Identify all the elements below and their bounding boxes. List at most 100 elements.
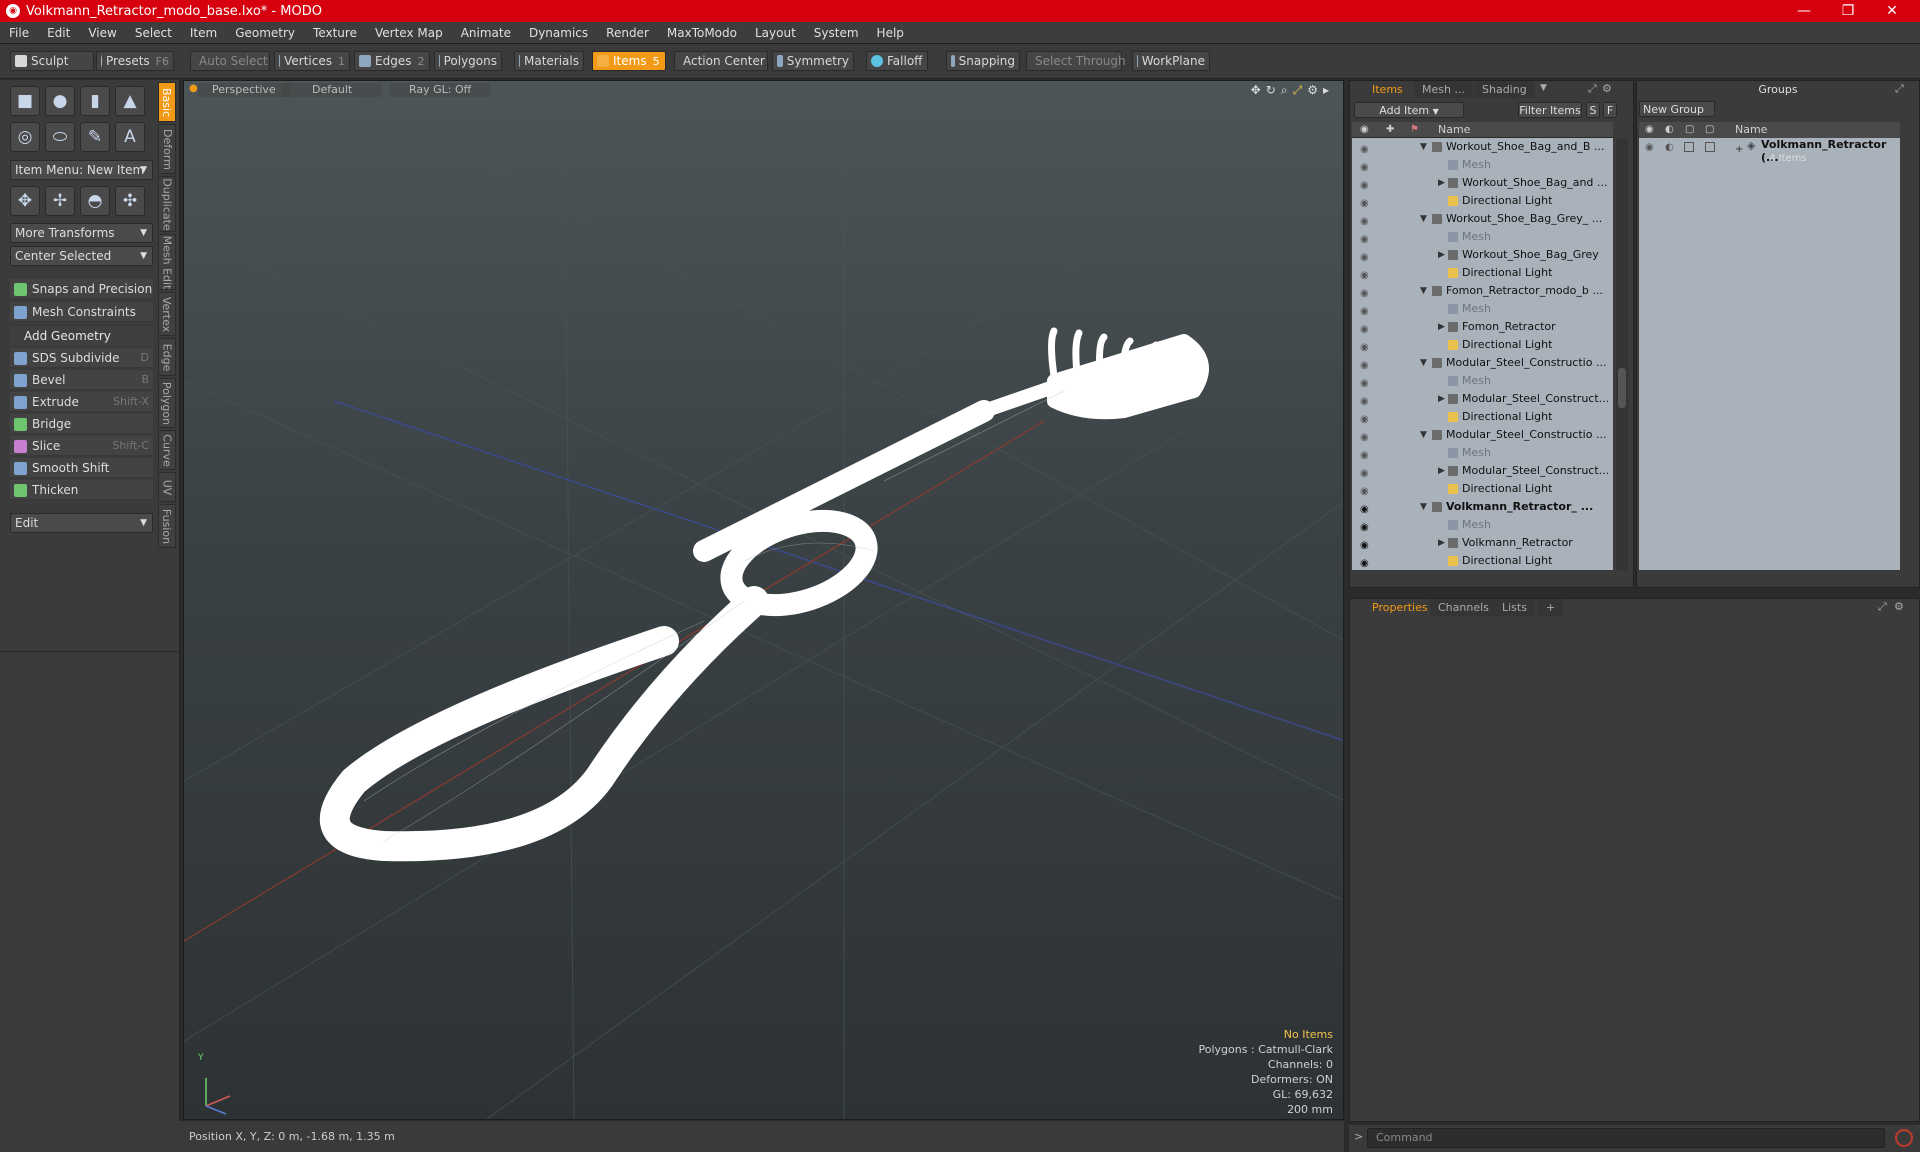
tree-item-row[interactable]: ◉ ▶ Modular_Steel_Construct... xyxy=(1352,390,1613,408)
tree-light-row[interactable]: ◉ Directional Light xyxy=(1352,264,1613,282)
tree-group-row[interactable]: ◉ ▼ Workout_Shoe_Bag_Grey_ ... xyxy=(1352,210,1613,228)
scrollbar-thumb[interactable] xyxy=(1618,368,1626,408)
view-type-selector[interactable]: Perspective xyxy=(198,83,290,97)
sphere-icon[interactable]: ● xyxy=(45,86,75,116)
tab-channels[interactable]: Channels xyxy=(1430,599,1497,616)
restore-icon[interactable]: ❐ xyxy=(1826,0,1870,22)
scale-icon[interactable]: ◓ xyxy=(80,186,110,216)
tab-mesh[interactable]: Mesh ... xyxy=(1414,81,1473,98)
tree-group-row[interactable]: ◉ ▼ Volkmann_Retractor_ ... xyxy=(1352,498,1613,516)
eye-icon[interactable]: ◉ xyxy=(1360,267,1369,282)
menu-layout[interactable]: Layout xyxy=(746,26,805,40)
more-transforms-dropdown[interactable]: More Transforms ▼ xyxy=(10,223,153,243)
f-button[interactable]: F xyxy=(1603,102,1617,118)
tree-group-row[interactable]: ◉ ▼ Modular_Steel_Constructio ... xyxy=(1352,354,1613,372)
tab-vertex[interactable]: Vertex xyxy=(158,292,176,336)
falloff-button[interactable]: Falloff xyxy=(866,51,928,71)
eye-icon[interactable]: ◉ xyxy=(1360,447,1369,462)
tab-edge[interactable]: Edge xyxy=(158,338,176,376)
pan-icon[interactable]: ✥ xyxy=(1251,83,1261,98)
chevron-down-icon[interactable]: ▼ xyxy=(1420,138,1427,156)
chevron-right-icon[interactable]: ▶ xyxy=(1438,390,1445,408)
slice-button[interactable]: Slice Shift-C xyxy=(10,436,153,456)
add-tab-button[interactable]: + xyxy=(1538,599,1564,616)
menu-render[interactable]: Render xyxy=(597,26,658,40)
chevron-right-icon[interactable]: ▶ xyxy=(1438,318,1445,336)
eye-icon[interactable]: ◉ xyxy=(1360,213,1369,228)
menu-select[interactable]: Select xyxy=(126,26,181,40)
chevron-down-icon[interactable]: ▼ xyxy=(1420,426,1427,444)
tree-mesh-row[interactable]: ◉ Mesh xyxy=(1352,372,1613,390)
lock-checkbox[interactable] xyxy=(1684,142,1694,152)
eye-icon[interactable]: ◉ xyxy=(1360,285,1369,300)
menu-view[interactable]: View xyxy=(79,26,125,40)
tree-item-row[interactable]: ◉ ▶ Workout_Shoe_Bag_Grey xyxy=(1352,246,1613,264)
chevron-right-icon[interactable]: ▸ xyxy=(1323,83,1329,98)
eye-icon[interactable]: ◉ xyxy=(1360,465,1369,480)
extrude-button[interactable]: Extrude Shift-X xyxy=(10,392,153,412)
viewport-menu-icon[interactable]: ● xyxy=(189,83,198,94)
tab-curve[interactable]: Curve xyxy=(158,430,176,470)
workplane-button[interactable]: WorkPlane xyxy=(1132,51,1210,71)
group-row[interactable]: ◉ ◐ + ◈ Volkmann_Retractor (... 4 Items xyxy=(1639,138,1900,174)
edit-dropdown[interactable]: Edit ▼ xyxy=(10,513,153,533)
eye-icon[interactable]: ◉ xyxy=(1360,303,1369,318)
chevron-right-icon[interactable]: ▶ xyxy=(1438,246,1445,264)
tree-mesh-row[interactable]: ◉ Mesh xyxy=(1352,444,1613,462)
sds-subdivide-button[interactable]: SDS Subdivide D xyxy=(10,348,153,368)
select-checkbox[interactable] xyxy=(1705,142,1715,152)
3d-viewport[interactable]: ● Perspective Default Ray GL: Off ✥ ↻ ⌕ … xyxy=(183,80,1344,1120)
name-column-header[interactable]: Name xyxy=(1735,122,1767,138)
name-column-header[interactable]: Name xyxy=(1438,122,1470,138)
chevron-down-icon[interactable]: ▼ xyxy=(1540,83,1547,93)
smooth-shift-button[interactable]: Smooth Shift xyxy=(10,458,153,478)
s-button[interactable]: S xyxy=(1586,102,1600,118)
menu-system[interactable]: System xyxy=(805,26,868,40)
move-icon[interactable]: ✥ xyxy=(10,186,40,216)
bridge-button[interactable]: Bridge xyxy=(10,414,153,434)
tab-shading[interactable]: Shading xyxy=(1474,81,1535,98)
transform-icon[interactable]: ✣ xyxy=(115,186,145,216)
menu-item[interactable]: Item xyxy=(181,26,226,40)
eye-icon[interactable]: ◉ xyxy=(1360,159,1369,174)
shading-mode-selector[interactable]: Default xyxy=(282,83,383,97)
render-icon[interactable]: ◐ xyxy=(1665,142,1674,153)
auto-select-button[interactable]: Auto Select xyxy=(190,51,270,71)
chevron-right-icon[interactable]: ▶ xyxy=(1438,534,1445,552)
eye-icon[interactable]: ◉ xyxy=(1360,177,1369,192)
menu-help[interactable]: Help xyxy=(868,26,913,40)
menu-texture[interactable]: Texture xyxy=(304,26,366,40)
text-icon[interactable]: A xyxy=(115,122,145,152)
capsule-icon[interactable]: ⬭ xyxy=(45,122,75,152)
tree-mesh-row[interactable]: ◉ Mesh xyxy=(1352,156,1613,174)
tab-basic[interactable]: Basic xyxy=(158,82,176,122)
expand-icon[interactable]: ⤢ xyxy=(1895,82,1904,96)
sculpt-button[interactable]: Sculpt xyxy=(10,51,94,71)
new-group-button[interactable]: New Group xyxy=(1639,101,1715,117)
items-button[interactable]: Items 5 xyxy=(592,51,666,71)
rotate-icon[interactable]: ✢ xyxy=(45,186,75,216)
tree-light-row[interactable]: ◉ Directional Light xyxy=(1352,480,1613,498)
center-selected-dropdown[interactable]: Center Selected ▼ xyxy=(10,246,153,266)
select-through-button[interactable]: Select Through xyxy=(1026,51,1126,71)
presets-button[interactable]: Presets F6 xyxy=(96,51,174,71)
expand-icon[interactable]: ⤢ xyxy=(1588,82,1597,96)
vertices-button[interactable]: Vertices 1 xyxy=(274,51,350,71)
eye-icon[interactable]: ◉ xyxy=(1360,483,1369,498)
menu-dynamics[interactable]: Dynamics xyxy=(520,26,597,40)
eye-icon[interactable]: ◉ xyxy=(1645,142,1654,153)
chevron-down-icon[interactable]: ▼ xyxy=(1420,354,1427,372)
menu-geometry[interactable]: Geometry xyxy=(226,26,304,40)
items-scrollbar[interactable] xyxy=(1616,138,1628,570)
eye-icon[interactable]: ◉ xyxy=(1360,249,1369,264)
eye-icon[interactable]: ◉ xyxy=(1360,429,1369,444)
tab-uv[interactable]: UV xyxy=(158,472,176,502)
add-geometry-section[interactable]: Add Geometry xyxy=(10,326,153,346)
cylinder-icon[interactable]: ▮ xyxy=(80,86,110,116)
eye-icon[interactable]: ◉ xyxy=(1360,375,1369,390)
expand-icon[interactable]: ⤢ xyxy=(1878,600,1887,614)
gear-icon[interactable]: ⚙ xyxy=(1602,82,1612,95)
tree-mesh-row[interactable]: ◉ Mesh xyxy=(1352,516,1613,534)
eye-icon[interactable]: ◉ xyxy=(1360,411,1369,426)
filter-items-button[interactable]: Filter Items xyxy=(1518,102,1582,118)
